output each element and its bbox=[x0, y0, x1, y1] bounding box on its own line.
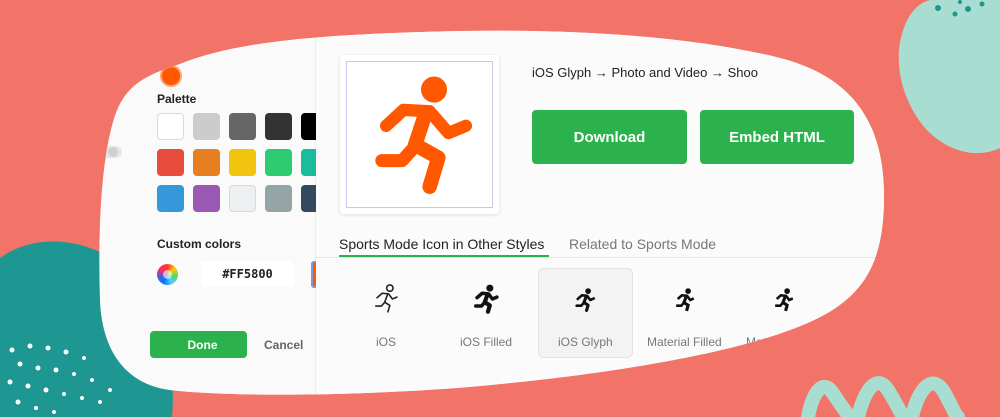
running-person-icon bbox=[347, 62, 492, 207]
running-person-glyph-icon bbox=[572, 287, 598, 313]
palette-swatch[interactable] bbox=[157, 113, 184, 140]
palette-swatch[interactable] bbox=[229, 185, 256, 212]
palette-swatch[interactable] bbox=[229, 113, 256, 140]
embed-html-button[interactable]: Embed HTML bbox=[700, 110, 854, 164]
palette-swatch[interactable] bbox=[193, 149, 220, 176]
active-tab-indicator bbox=[339, 255, 549, 257]
mint-squiggle-bottom-right bbox=[801, 376, 965, 417]
running-person-outline-icon bbox=[370, 283, 402, 315]
stage: Palette Custom colors #FF5800 Done Cance… bbox=[0, 0, 1000, 417]
style-label-ios-filled: iOS Filled bbox=[460, 335, 513, 349]
breadcrumb: iOS Glyph → Photo and Video → Shoo bbox=[532, 65, 758, 80]
hex-color-input[interactable]: #FF5800 bbox=[201, 261, 294, 287]
download-button[interactable]: Download bbox=[532, 110, 687, 164]
toggle-knob bbox=[108, 147, 118, 157]
palette-swatch[interactable] bbox=[265, 185, 292, 212]
running-person-material-outline-icon bbox=[771, 287, 797, 313]
tab-related[interactable]: Related to Sports Mode bbox=[569, 236, 716, 252]
color-picker-icon[interactable] bbox=[157, 264, 178, 285]
tab-other-styles[interactable]: Sports Mode Icon in Other Styles bbox=[339, 236, 544, 252]
palette-swatch[interactable] bbox=[157, 149, 184, 176]
running-person-material-icon bbox=[672, 287, 698, 313]
style-label-material-filled: Material Filled bbox=[647, 335, 722, 349]
palette-swatch[interactable] bbox=[157, 185, 184, 212]
palette-swatch[interactable] bbox=[193, 185, 220, 212]
custom-colors-label: Custom colors bbox=[157, 237, 242, 251]
icon-preview-card bbox=[340, 55, 499, 214]
running-person-filled-icon bbox=[470, 283, 502, 315]
done-button[interactable]: Done bbox=[150, 331, 247, 358]
style-label-ios-glyph: iOS Glyph bbox=[558, 335, 613, 349]
cancel-button[interactable]: Cancel bbox=[264, 338, 303, 352]
mint-blob-top-right bbox=[898, 0, 1000, 154]
palette-swatch[interactable] bbox=[229, 149, 256, 176]
palette-swatch[interactable] bbox=[265, 149, 292, 176]
icon-preview-frame bbox=[346, 61, 493, 208]
palette-swatch[interactable] bbox=[265, 113, 292, 140]
palette-label: Palette bbox=[157, 92, 197, 106]
palette-swatch[interactable] bbox=[193, 113, 220, 140]
style-label-ios: iOS bbox=[376, 335, 397, 349]
